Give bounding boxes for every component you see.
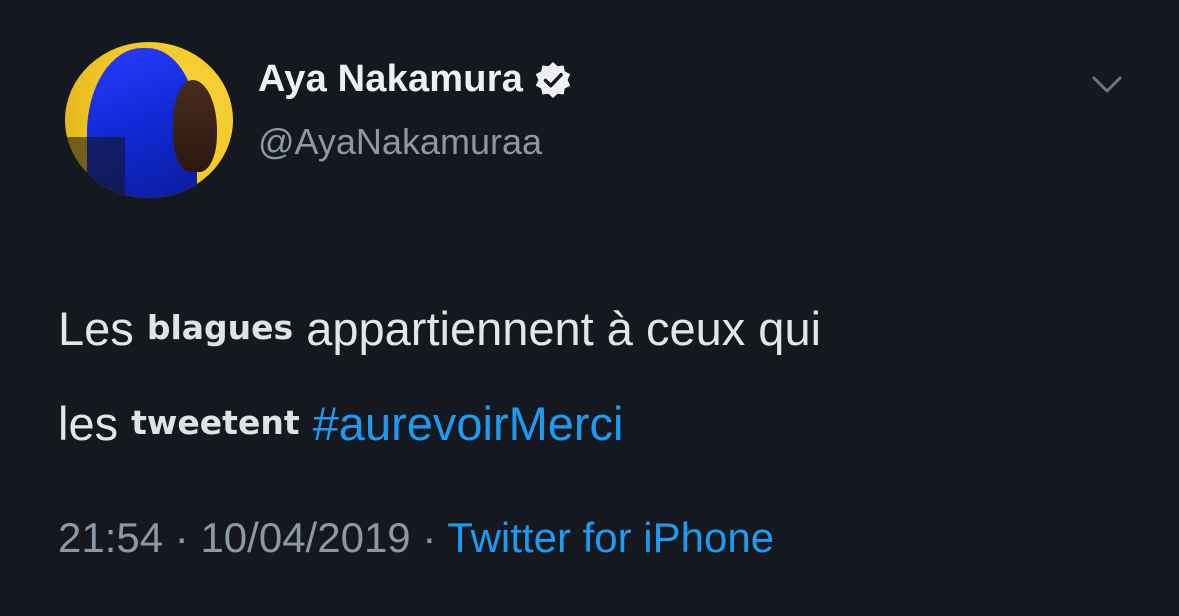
tweet-metadata: 21:54 · 10/04/2019 · Twitter for iPhone: [58, 514, 774, 562]
tweet-line-1: Les blagues appartiennent à ceux qui: [58, 284, 1138, 379]
author-name-row: Aya Nakamura: [258, 58, 573, 101]
tweet-line-2: les tweetent #aurevoirMerci: [58, 379, 1138, 474]
meta-separator: ·: [422, 514, 437, 561]
tweet-source-link[interactable]: Twitter for iPhone: [447, 514, 774, 561]
edited-overlay-word: blagues: [146, 308, 294, 347]
tweet-time[interactable]: 21:54: [58, 514, 163, 561]
avatar[interactable]: [65, 42, 233, 198]
tweet-date[interactable]: 10/04/2019: [200, 514, 410, 561]
verified-badge-icon: [535, 61, 571, 98]
hashtag-link[interactable]: #aurevoirMerci: [313, 397, 624, 450]
user-handle[interactable]: @AyaNakamuraa: [258, 121, 542, 163]
avatar-shadow: [65, 137, 125, 198]
avatar-face: [173, 80, 217, 172]
tweet-text-segment: appartiennent à ceux qui: [306, 302, 822, 355]
edited-overlay-word: tweetent: [131, 403, 300, 442]
tweet-word: les: [58, 397, 119, 450]
tweet-word: Les: [58, 302, 134, 355]
meta-separator: ·: [174, 514, 189, 561]
chevron-down-icon[interactable]: [1090, 72, 1124, 98]
tweet-text: Les blagues appartiennent à ceux qui les…: [58, 284, 1138, 474]
display-name[interactable]: Aya Nakamura: [258, 58, 523, 101]
tweet-card: Aya Nakamura @AyaNakamuraa Les blagues a…: [0, 0, 1179, 616]
